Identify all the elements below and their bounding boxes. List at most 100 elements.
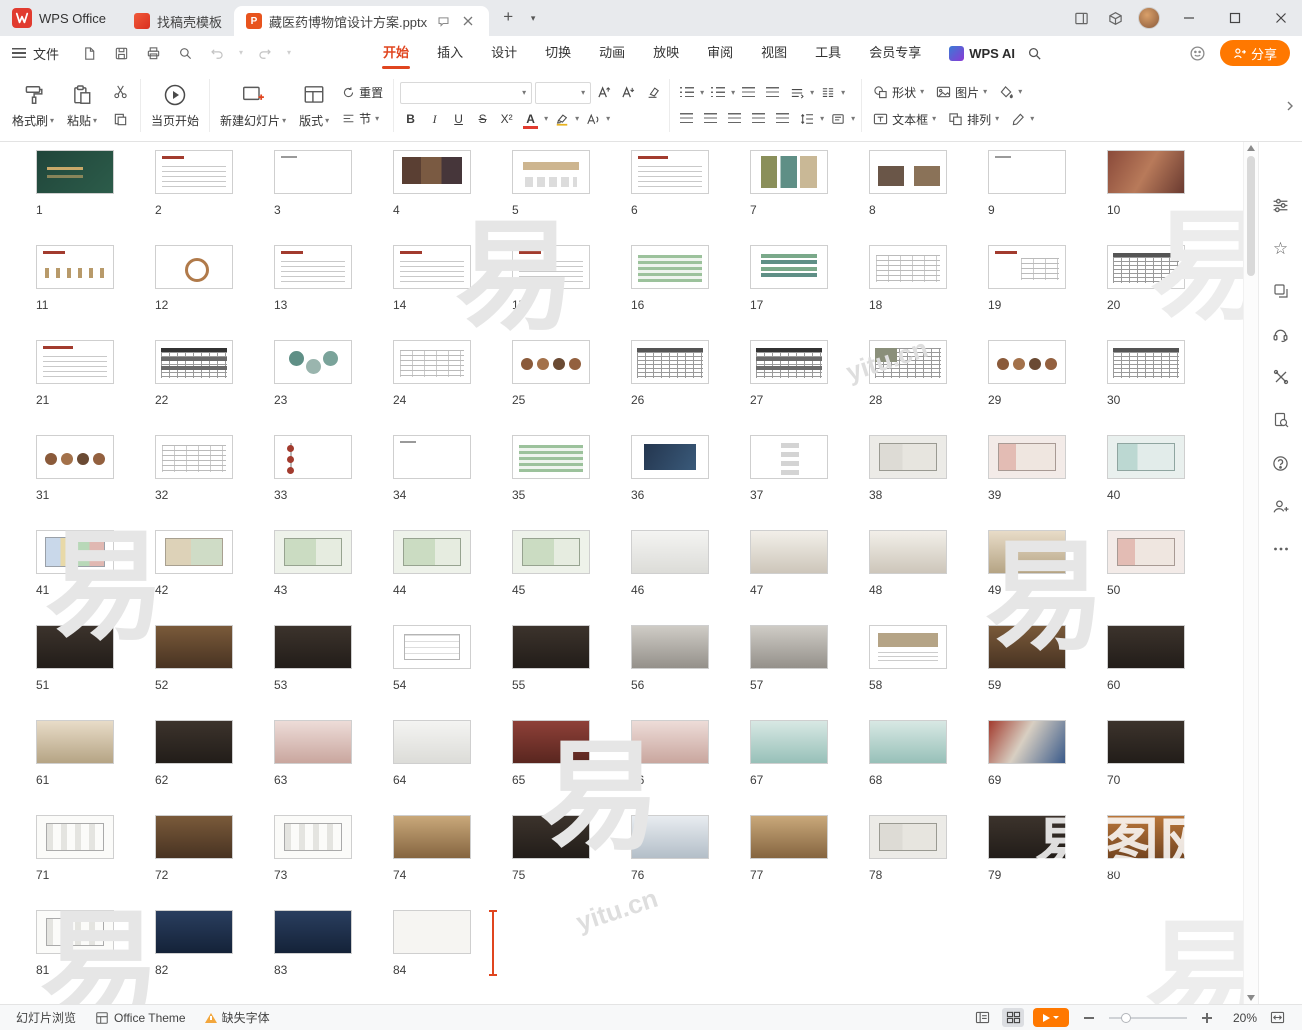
tools-icon[interactable]	[1270, 366, 1292, 388]
text-direction-chevron-icon[interactable]: ▾	[810, 89, 814, 97]
distribute-icon[interactable]	[772, 108, 793, 129]
undo-chevron-icon[interactable]: ▾	[239, 49, 243, 57]
arrange-button[interactable]: 排列▾	[943, 108, 1004, 130]
slideshow-play-button[interactable]	[1033, 1008, 1069, 1027]
slide-thumbnail[interactable]	[274, 530, 352, 574]
slide-thumbnail[interactable]	[988, 720, 1066, 764]
format-painter-button[interactable]: 格式刷▾	[8, 73, 58, 138]
slide-thumbnail[interactable]	[1107, 815, 1185, 859]
bullets-chevron-icon[interactable]: ▾	[700, 89, 704, 97]
doc-search-icon[interactable]	[1270, 409, 1292, 431]
slide-thumbnail[interactable]	[36, 720, 114, 764]
slide-thumbnail[interactable]	[274, 245, 352, 289]
text-effects-chevron-icon[interactable]: ▾	[606, 115, 610, 123]
slide-thumbnail[interactable]	[36, 340, 114, 384]
save-icon[interactable]	[111, 43, 131, 63]
redo-icon[interactable]	[255, 43, 275, 63]
play-from-current-button[interactable]: 当页开始	[147, 73, 203, 138]
layout-switch-icon[interactable]	[1066, 4, 1096, 32]
slide-thumbnail[interactable]	[274, 720, 352, 764]
slide-thumbnail[interactable]	[988, 245, 1066, 289]
close-window-button[interactable]	[1260, 0, 1302, 36]
slide-thumbnail[interactable]	[1107, 625, 1185, 669]
slide-thumbnail[interactable]	[393, 625, 471, 669]
slide-thumbnail[interactable]	[631, 435, 709, 479]
slide-thumbnail[interactable]	[631, 150, 709, 194]
slide-thumbnail[interactable]	[512, 245, 590, 289]
fit-to-window-button[interactable]	[1266, 1008, 1288, 1027]
menu-tab[interactable]: 插入	[423, 36, 477, 70]
decrease-font-icon[interactable]	[618, 82, 639, 103]
doc-tab-template[interactable]: 找稿壳模板	[122, 6, 234, 36]
justify-icon[interactable]	[748, 108, 769, 129]
comment-bubble-icon[interactable]	[434, 12, 452, 30]
close-tab-icon[interactable]	[459, 12, 477, 30]
apps-cube-icon[interactable]	[1100, 4, 1130, 32]
slide-thumbnail[interactable]	[988, 435, 1066, 479]
more-ellipsis-icon[interactable]	[1270, 538, 1292, 560]
slide-thumbnail[interactable]	[631, 245, 709, 289]
columns-button[interactable]	[817, 82, 838, 103]
layout-button[interactable]: 版式▾	[290, 73, 338, 138]
help-question-icon[interactable]	[1270, 452, 1292, 474]
settings-sliders-icon[interactable]	[1270, 194, 1292, 216]
slide-thumbnail[interactable]	[631, 720, 709, 764]
slide-thumbnail[interactable]	[512, 530, 590, 574]
slide-thumbnail[interactable]	[750, 245, 828, 289]
missing-font-warning[interactable]: 缺失字体	[199, 1009, 276, 1026]
paragraph-layout-button[interactable]	[827, 108, 848, 129]
app-home-tab[interactable]: WPS Office	[0, 0, 122, 36]
superscript-button[interactable]: X²	[496, 109, 517, 130]
slide-thumbnail[interactable]	[869, 340, 947, 384]
zoom-slider[interactable]	[1109, 1017, 1187, 1019]
slide-thumbnail[interactable]	[1107, 150, 1185, 194]
doc-tab-active[interactable]: P 藏医药博物馆设计方案.pptx	[234, 6, 489, 36]
strikethrough-button[interactable]: S	[472, 109, 493, 130]
file-menu-button[interactable]: 文件	[0, 36, 71, 70]
slide-thumbnail[interactable]	[274, 625, 352, 669]
slide-thumbnail[interactable]	[36, 530, 114, 574]
slide-thumbnail[interactable]	[750, 340, 828, 384]
slide-thumbnail[interactable]	[512, 340, 590, 384]
slide-thumbnail[interactable]	[869, 815, 947, 859]
slide-thumbnail[interactable]	[155, 150, 233, 194]
slide-thumbnail[interactable]	[155, 815, 233, 859]
picture-button[interactable]: 图片▾	[931, 81, 992, 103]
slide-thumbnail[interactable]	[393, 720, 471, 764]
slide-thumbnail[interactable]	[155, 435, 233, 479]
add-user-icon[interactable]	[1270, 495, 1292, 517]
favorites-star-icon[interactable]: ☆	[1270, 237, 1292, 259]
slide-thumbnail[interactable]	[36, 435, 114, 479]
slide-thumbnail[interactable]	[631, 530, 709, 574]
paste-button[interactable]: 粘贴▾	[58, 73, 106, 138]
slide-thumbnail[interactable]	[750, 625, 828, 669]
slide-thumbnail[interactable]	[750, 530, 828, 574]
menu-tab[interactable]: 工具	[801, 36, 855, 70]
slide-thumbnail[interactable]	[869, 720, 947, 764]
fill-color-button[interactable]: ▾	[994, 81, 1027, 103]
copy-icon[interactable]	[108, 110, 132, 130]
slide-thumbnail[interactable]	[393, 435, 471, 479]
slide-thumbnail[interactable]	[155, 245, 233, 289]
menu-tab[interactable]: 切换	[531, 36, 585, 70]
copy-shape-icon[interactable]	[1270, 280, 1292, 302]
slide-thumbnail[interactable]	[988, 340, 1066, 384]
slide-thumbnail[interactable]	[512, 815, 590, 859]
increase-font-icon[interactable]	[594, 82, 615, 103]
wps-ai-button[interactable]: WPS AI	[949, 46, 1015, 61]
redo-chevron-icon[interactable]: ▾	[287, 49, 291, 57]
slide-thumbnail[interactable]	[512, 625, 590, 669]
slide-thumbnail[interactable]	[631, 625, 709, 669]
zoom-slider-thumb[interactable]	[1121, 1013, 1131, 1023]
menu-tab[interactable]: 视图	[747, 36, 801, 70]
slide-thumbnail[interactable]	[155, 530, 233, 574]
slide-thumbnail[interactable]	[155, 720, 233, 764]
numbering-button[interactable]	[707, 82, 728, 103]
slide-thumbnail[interactable]	[36, 910, 114, 954]
cut-icon[interactable]	[108, 82, 132, 102]
ribbon-expand-chevron-icon[interactable]	[1284, 99, 1296, 113]
slide-thumbnail[interactable]	[988, 150, 1066, 194]
reset-button[interactable]: 重置	[338, 83, 387, 103]
numbering-chevron-icon[interactable]: ▾	[731, 89, 735, 97]
textbox-button[interactable]: 文本框▾	[868, 108, 941, 130]
